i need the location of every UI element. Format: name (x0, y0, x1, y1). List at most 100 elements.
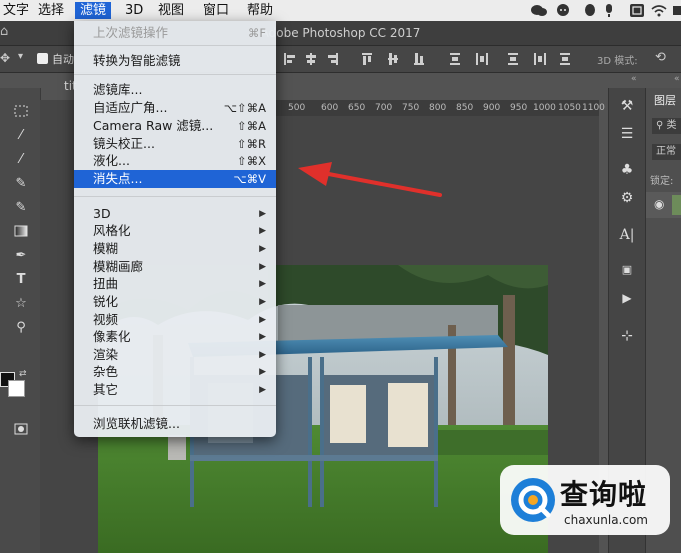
gradient-tool-icon[interactable] (12, 222, 30, 240)
mac-menu-bar: 文字 选择 滤镜 3D 视图 窗口 帮助 (0, 0, 681, 22)
background-color-swatch[interactable] (8, 380, 25, 397)
ruler-tick: 900 (483, 103, 501, 113)
paths-icon[interactable]: ⚙ (617, 188, 637, 208)
ruler-tick: 1000 (533, 103, 556, 113)
menu-3d[interactable]: 3D (120, 2, 148, 19)
menu-item-sharpen[interactable]: 锐化 ▶ (74, 293, 276, 311)
clone-source-icon[interactable]: ♣ (617, 160, 637, 180)
brush-settings-icon[interactable]: ⚒ (617, 96, 637, 116)
microphone-icon[interactable] (604, 4, 614, 17)
crop-icon[interactable]: ⊹ (617, 326, 637, 346)
search-icon: ⚲ (656, 120, 664, 131)
actions-play-icon[interactable]: ▶ (617, 288, 637, 308)
menu-help[interactable]: 帮助 (242, 2, 278, 19)
brush-tool-icon[interactable]: ✎ (12, 174, 30, 192)
submenu-arrow-icon: ▶ (259, 315, 266, 325)
submenu-arrow-icon: ▶ (259, 332, 266, 342)
ruler-tick: 500 (288, 103, 306, 113)
menu-separator (74, 45, 276, 46)
qq-icon[interactable] (584, 4, 596, 17)
submenu-arrow-icon: ▶ (259, 244, 266, 254)
history-brush-tool-icon[interactable]: ✎ (12, 198, 30, 216)
menu-text[interactable]: 文字 (0, 2, 34, 19)
adjustments-icon[interactable]: ☰ (617, 124, 637, 144)
menu-item-blur-gallery[interactable]: 模糊画廊 ▶ (74, 258, 276, 276)
pen-tool-icon[interactable]: ✒ (12, 246, 30, 264)
menu-select[interactable]: 选择 (33, 2, 69, 19)
layer-row[interactable]: ◉ (646, 192, 681, 218)
chat-icon[interactable] (556, 4, 570, 17)
tool-preset-chevron-icon[interactable]: ▾ (18, 51, 23, 62)
ruler-tick: 800 (429, 103, 447, 113)
menu-separator (74, 405, 276, 406)
layer-thumbnail (672, 195, 681, 215)
menu-item-other[interactable]: 其它 ▶ (74, 381, 276, 399)
menu-item-blur[interactable]: 模糊 ▶ (74, 240, 276, 258)
menu-item-vanishing-point[interactable]: 消失点... ⌥⌘V (74, 170, 276, 188)
input-method-icon[interactable] (630, 4, 644, 17)
home-icon[interactable]: ⌂ (0, 24, 8, 39)
menu-item-convert-smart-filters[interactable]: 转换为智能滤镜 (74, 52, 276, 70)
wechat-icon[interactable] (530, 4, 548, 17)
eyedropper-tool-icon[interactable]: ⁄ (12, 150, 30, 168)
auto-select-checkbox[interactable] (37, 53, 48, 64)
menu-item-browse-filters-online[interactable]: 浏览联机滤镜... (74, 415, 276, 433)
type-tool-icon[interactable]: T (12, 270, 30, 288)
quick-mask-icon[interactable] (12, 420, 30, 438)
shape-tool-icon[interactable]: ☆ (12, 294, 30, 312)
menu-item-render[interactable]: 渲染 ▶ (74, 346, 276, 364)
menu-filter[interactable]: 滤镜 (75, 2, 112, 19)
magic-wand-tool-icon[interactable]: ⁄ (12, 126, 30, 144)
submenu-arrow-icon: ▶ (259, 297, 266, 307)
submenu-arrow-icon: ▶ (259, 385, 266, 395)
menu-item-lens-correction[interactable]: 镜头校正... ⇧⌘R (74, 135, 276, 153)
menu-item-adaptive-wide-angle[interactable]: 自适应广角... ⌥⇧⌘A (74, 99, 276, 117)
submenu-arrow-icon: ▶ (259, 279, 266, 289)
visibility-eye-icon[interactable]: ◉ (654, 197, 664, 211)
align-distribute-icons[interactable] (282, 50, 602, 68)
collapse-panels-icon[interactable]: « (631, 74, 637, 84)
menu-item-pixelate[interactable]: 像素化 ▶ (74, 328, 276, 346)
menu-item-filter-gallery[interactable]: 滤镜库... (74, 81, 276, 99)
watermark-url: chaxunla.com (564, 513, 648, 527)
menu-item-noise[interactable]: 杂色 ▶ (74, 363, 276, 381)
annotation-arrow (298, 162, 442, 197)
ruler-tick: 750 (402, 103, 420, 113)
character-icon[interactable]: A| (617, 225, 637, 245)
ruler-tick: 950 (510, 103, 528, 113)
3d-mode-label: 3D 模式: (597, 56, 638, 67)
menu-view[interactable]: 视图 (153, 2, 189, 19)
menu-item-camera-raw[interactable]: Camera Raw 滤镜... ⇧⌘A (74, 117, 276, 135)
menu-separator (74, 196, 276, 197)
3d-rotate-icon[interactable]: ⟲ (655, 50, 666, 65)
blend-mode-select[interactable]: 正常 (652, 144, 681, 160)
move-tool-icon[interactable]: ✥ (0, 51, 10, 65)
submenu-arrow-icon: ▶ (259, 350, 266, 360)
menu-separator (74, 74, 276, 75)
menu-item-last-filter: 上次滤镜操作 ⌘F (93, 25, 266, 40)
tools-panel: ⁄ ⁄ ✎ ✎ ✒ T ☆ ⚲ ⇄ (0, 88, 41, 553)
submenu-arrow-icon: ▶ (259, 367, 266, 377)
submenu-arrow-icon: ▶ (259, 209, 266, 219)
watermark-logo (511, 478, 555, 522)
ruler-tick: 1050 (558, 103, 581, 113)
layers-tab[interactable]: 图层 (654, 92, 676, 108)
horizontal-ruler: 500 600 650 700 750 800 850 900 950 1000… (276, 100, 605, 116)
marquee-tool-icon[interactable] (12, 102, 30, 120)
menu-window[interactable]: 窗口 (198, 2, 234, 19)
auto-select-label: 自动 (52, 53, 74, 66)
menu-item-liquify[interactable]: 液化... ⇧⌘X (74, 152, 276, 170)
swap-colors-icon[interactable]: ⇄ (19, 369, 27, 379)
collapse-layers-icon[interactable]: « (674, 74, 680, 84)
layer-filter-kind[interactable]: ⚲ 类 (652, 118, 681, 134)
ruler-tick: 850 (456, 103, 474, 113)
menu-item-3d[interactable]: 3D ▶ (74, 205, 276, 223)
info-icon[interactable]: ▣ (617, 260, 637, 280)
wifi-icon[interactable] (651, 4, 667, 17)
menu-item-video[interactable]: 视频 ▶ (74, 311, 276, 329)
menu-item-distort[interactable]: 扭曲 ▶ (74, 275, 276, 293)
zoom-tool-icon[interactable]: ⚲ (12, 318, 30, 336)
menu-item-stylize[interactable]: 风格化 ▶ (74, 222, 276, 240)
battery-icon (673, 6, 681, 15)
ruler-tick: 1100 (582, 103, 605, 113)
